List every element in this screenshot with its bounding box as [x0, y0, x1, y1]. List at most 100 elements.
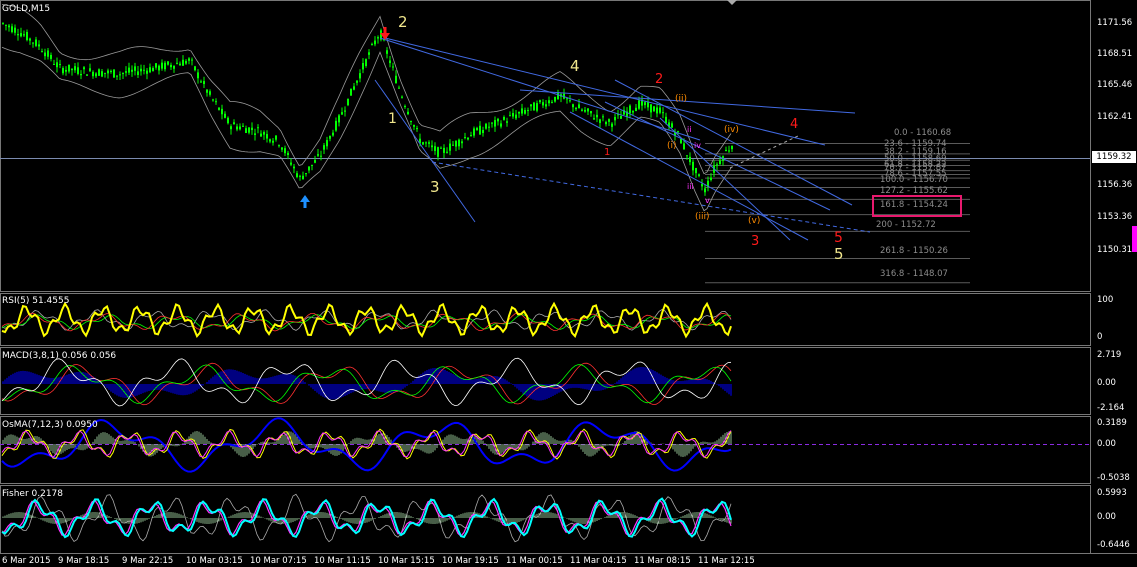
- candle-body: [95, 73, 97, 77]
- candle-body: [512, 113, 514, 117]
- candle-body: [32, 42, 34, 44]
- candle-body: [695, 167, 697, 174]
- fib-level-label: 200 - 1152.72: [876, 220, 936, 230]
- candle-body: [194, 66, 196, 71]
- candle-body: [212, 99, 214, 101]
- candle-body: [473, 128, 475, 136]
- candle-body: [89, 68, 91, 72]
- candle-body: [11, 26, 13, 33]
- chart-canvas[interactable]: [0, 0, 1137, 567]
- candle-body: [239, 126, 241, 130]
- candle-body: [725, 149, 727, 152]
- rsi-label: RSI(5) 51.4555: [2, 296, 70, 306]
- buy-arrow-icon: [300, 195, 310, 208]
- candle-body: [374, 40, 376, 45]
- candle-body: [407, 111, 409, 115]
- candle-body: [566, 98, 568, 100]
- price-scale-label: 1156.36: [1097, 180, 1133, 190]
- candle-body: [524, 110, 526, 114]
- wave-label-orange-ii: (ii): [675, 94, 688, 104]
- candle-body: [362, 62, 364, 70]
- wave-label-yellow-4: 4: [570, 57, 580, 75]
- wave-label-yellow-5: 5: [834, 245, 844, 263]
- candle-body: [395, 75, 397, 84]
- candle-body: [371, 43, 373, 45]
- chart-title: GOLD,M15: [2, 4, 51, 14]
- candle-body: [548, 100, 550, 104]
- candle-body: [119, 74, 121, 76]
- candle-body: [401, 96, 403, 98]
- candle-body: [38, 44, 40, 47]
- wave-label-yellow-3: 3: [430, 178, 440, 196]
- wave-label-orange-iii: (iii): [695, 212, 710, 222]
- candle-body: [575, 107, 577, 110]
- macd-scale-label: -2.164: [1097, 403, 1125, 413]
- candle-body: [581, 109, 583, 111]
- osma-scale-label: -0.5038: [1097, 473, 1130, 483]
- scroll-edge-tab[interactable]: [1132, 226, 1137, 252]
- candle-body: [350, 88, 352, 96]
- candle-body: [470, 135, 472, 137]
- candle-body: [305, 173, 307, 175]
- candle-body: [635, 107, 637, 112]
- candle-body: [536, 103, 538, 111]
- time-axis-label: 10 Mar 07:15: [250, 556, 307, 566]
- candle-body: [425, 142, 427, 144]
- candle-body: [266, 134, 268, 139]
- time-axis-label: 11 Mar 08:15: [634, 556, 691, 566]
- candle-body: [464, 137, 466, 139]
- candle-body: [680, 139, 682, 144]
- chart-shift-marker[interactable]: [727, 0, 737, 5]
- time-axis-label: 10 Mar 11:15: [314, 556, 371, 566]
- macd-label: MACD(3,8,1) 0.056 0.056: [2, 351, 117, 361]
- candle-body: [68, 64, 70, 72]
- price-scale-label: 1162.41: [1097, 112, 1133, 122]
- candle-body: [74, 66, 76, 71]
- candle-body: [344, 110, 346, 112]
- candle-body: [134, 66, 136, 71]
- candle-body: [545, 104, 547, 107]
- time-axis-label: 10 Mar 19:15: [442, 556, 499, 566]
- candle-body: [179, 63, 181, 66]
- candle-body: [5, 24, 7, 26]
- candle-body: [659, 107, 661, 113]
- candle-body: [254, 133, 256, 135]
- candle-body: [518, 111, 520, 114]
- candle-body: [413, 124, 415, 127]
- wave-label-magenta-iv: iv: [694, 141, 701, 150]
- candle-body: [233, 122, 235, 125]
- candle-body: [341, 112, 343, 115]
- time-axis-label: 6 Mar 2015: [2, 556, 51, 566]
- candle-body: [608, 119, 610, 122]
- candle-body: [191, 59, 193, 61]
- candle-body: [686, 155, 688, 157]
- wave-label-red-4: 4: [790, 117, 799, 132]
- candle-body: [461, 141, 463, 144]
- candle-body: [50, 54, 52, 59]
- candle-body: [638, 100, 640, 109]
- candle-body: [14, 27, 16, 33]
- candle-body: [113, 69, 115, 78]
- candle-body: [176, 62, 178, 64]
- candle-body: [206, 89, 208, 93]
- candle-body: [410, 120, 412, 122]
- candle-body: [245, 128, 247, 134]
- candle-body: [662, 112, 664, 114]
- candle-body: [218, 107, 220, 110]
- candle-body: [731, 145, 733, 150]
- candle-body: [287, 152, 289, 156]
- candle-body: [629, 105, 631, 114]
- candle-body: [326, 140, 328, 147]
- candle-body: [314, 160, 316, 163]
- candle-body: [353, 86, 355, 90]
- candle-body: [377, 37, 379, 39]
- candle-body: [491, 122, 493, 124]
- candle-body: [320, 155, 322, 157]
- rsi-scale-label: 100: [1097, 295, 1114, 305]
- candle-body: [329, 135, 331, 139]
- fib-level-label: 0.0 - 1160.68: [894, 128, 952, 138]
- candle-body: [260, 133, 262, 137]
- candle-body: [2, 22, 4, 24]
- candle-body: [143, 69, 145, 71]
- wave-label-red-1: 1: [604, 147, 611, 158]
